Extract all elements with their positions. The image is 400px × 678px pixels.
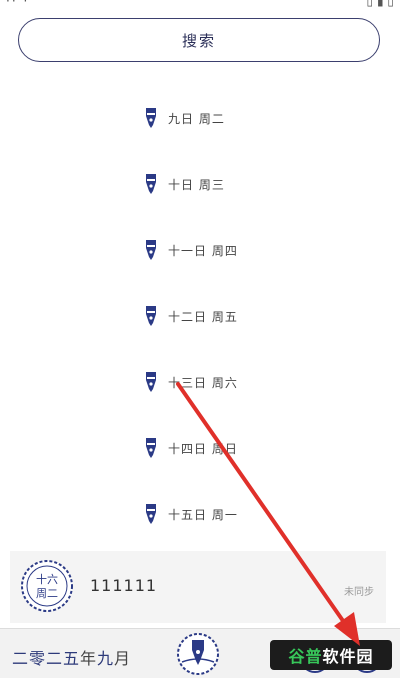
- search-label: 搜索: [181, 31, 216, 50]
- month-selector[interactable]: 二零二五年九月: [12, 645, 131, 669]
- pen-icon: [146, 174, 156, 194]
- entry-title: 111111: [90, 576, 158, 595]
- date-label: 十四日 周日: [168, 441, 238, 456]
- date-item[interactable]: 十四日 周日: [144, 433, 238, 463]
- date-label: 十一日 周四: [168, 243, 238, 258]
- month-year-suffix: 年: [80, 649, 98, 668]
- date-stamp-icon: 十六 周二: [21, 560, 73, 612]
- date-item[interactable]: 九日 周二: [144, 103, 225, 133]
- entry-card[interactable]: 十六 周二 111111 未同步: [10, 551, 386, 623]
- pen-icon: [146, 372, 156, 392]
- date-item[interactable]: 十二日 周五: [144, 301, 238, 331]
- month-suffix: 月: [114, 649, 132, 668]
- date-item[interactable]: 十五日 周一: [144, 499, 238, 529]
- pen-icon: [146, 438, 156, 458]
- pen-icon: [146, 108, 156, 128]
- date-label: 十三日 周六: [168, 375, 238, 390]
- search-button[interactable]: 搜索: [18, 18, 380, 62]
- stamp-day: 十六: [36, 572, 58, 586]
- status-bar-left: ·· ·: [6, 0, 30, 8]
- pen-icon: [146, 504, 156, 524]
- stamp-weekday: 周二: [36, 587, 58, 600]
- date-label: 十五日 周一: [168, 507, 238, 522]
- app-screen: ·· · ▯ ▮ ▯ 搜索 九日 周二 十日 周三 十一日 周四 十二日 周五 …: [0, 0, 400, 678]
- date-item[interactable]: 十三日 周六: [144, 367, 238, 397]
- status-bar-right: ▯ ▮ ▯: [366, 0, 394, 8]
- pen-icon: [146, 240, 156, 260]
- watermark-part1: 谷普: [288, 647, 323, 666]
- date-item[interactable]: 十日 周三: [144, 169, 225, 199]
- month-number: 九: [97, 649, 115, 668]
- date-item[interactable]: 十一日 周四: [144, 235, 238, 265]
- watermark-part2: 软件园: [322, 647, 374, 666]
- date-label: 十日 周三: [168, 177, 225, 192]
- date-label: 十二日 周五: [168, 309, 238, 324]
- month-year-part: 二零二五: [12, 649, 81, 668]
- watermark-logo: 谷普 软件园: [270, 640, 392, 670]
- write-button[interactable]: [174, 632, 222, 676]
- date-label: 九日 周二: [168, 111, 225, 126]
- pen-icon: [146, 306, 156, 326]
- sync-status: 未同步: [344, 587, 374, 598]
